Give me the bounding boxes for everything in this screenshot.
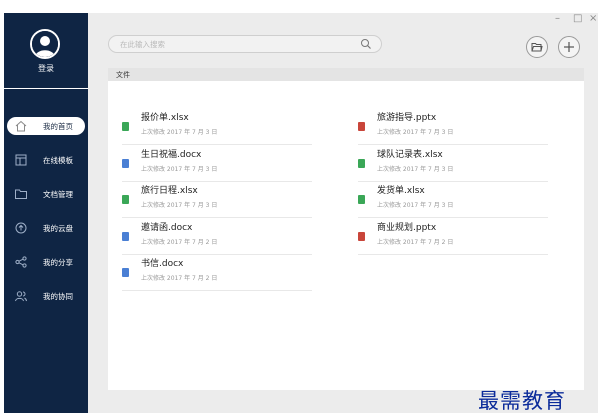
file-date: 上次修改 2017 年 7 月 3 日	[377, 166, 454, 173]
word-file-icon	[122, 232, 129, 241]
panel-header: 文件	[108, 68, 584, 81]
sidebar-item-label: 文档管理	[43, 190, 73, 199]
file-name: 生日祝福.docx	[141, 150, 202, 160]
word-file-icon	[122, 268, 129, 277]
watermark: 最需教育	[478, 389, 566, 413]
open-folder-button[interactable]	[526, 36, 548, 58]
sidebar-divider	[4, 88, 88, 89]
file-name: 邀请函.docx	[141, 223, 193, 233]
maximize-button[interactable]: □	[573, 13, 582, 24]
search-placeholder: 在此输入搜索	[120, 40, 165, 49]
sidebar-item-templates[interactable]: 在线模板	[7, 151, 85, 169]
file-date: 上次修改 2017 年 7 月 3 日	[141, 202, 218, 209]
close-button[interactable]: ×	[589, 13, 597, 24]
powerpoint-file-icon	[358, 232, 365, 241]
plus-icon	[564, 42, 574, 52]
file-date: 上次修改 2017 年 7 月 2 日	[141, 275, 218, 282]
powerpoint-file-icon	[358, 122, 365, 131]
excel-file-icon	[358, 195, 365, 204]
excel-file-icon	[122, 195, 129, 204]
sidebar-item-share[interactable]: 我的分享	[7, 253, 85, 271]
file-item[interactable]: 旅行日程.xlsx 上次修改 2017 年 7 月 3 日	[122, 181, 312, 218]
cloud-upload-icon	[15, 222, 27, 234]
file-item[interactable]: 发货单.xlsx 上次修改 2017 年 7 月 3 日	[358, 181, 548, 218]
file-name: 发货单.xlsx	[377, 186, 425, 196]
word-file-icon	[122, 159, 129, 168]
file-item[interactable]: 旅游指导.pptx 上次修改 2017 年 7 月 3 日	[358, 108, 548, 145]
collaborators-icon	[15, 291, 27, 302]
file-date: 上次修改 2017 年 7 月 2 日	[377, 239, 454, 246]
file-name: 书信.docx	[141, 259, 184, 269]
sidebar-item-label: 我的首页	[43, 122, 73, 131]
file-date: 上次修改 2017 年 7 月 3 日	[377, 129, 454, 136]
excel-file-icon	[122, 122, 129, 131]
search-icon[interactable]	[360, 38, 372, 50]
home-icon	[15, 120, 27, 132]
file-item[interactable]: 报价单.xlsx 上次修改 2017 年 7 月 3 日	[122, 108, 312, 145]
file-item[interactable]: 生日祝福.docx 上次修改 2017 年 7 月 3 日	[122, 145, 312, 182]
file-item[interactable]: 球队记录表.xlsx 上次修改 2017 年 7 月 3 日	[358, 145, 548, 182]
folder-open-icon	[531, 43, 543, 52]
sidebar-item-collaboration[interactable]: 我的协同	[7, 287, 85, 305]
template-icon	[15, 154, 27, 166]
user-icon	[32, 31, 58, 57]
file-panel: 报价单.xlsx 上次修改 2017 年 7 月 3 日 生日祝福.docx 上…	[108, 81, 584, 390]
sidebar-item-home[interactable]: 我的首页	[7, 117, 85, 135]
excel-file-icon	[358, 159, 365, 168]
file-date: 上次修改 2017 年 7 月 3 日	[377, 202, 454, 209]
file-name: 旅游指导.pptx	[377, 113, 437, 123]
share-icon	[15, 256, 27, 268]
file-name: 球队记录表.xlsx	[377, 150, 443, 160]
search-input[interactable]: 在此输入搜索	[108, 35, 382, 53]
file-item[interactable]: 商业规划.pptx 上次修改 2017 年 7 月 2 日	[358, 218, 548, 255]
panel-title: 文件	[116, 71, 130, 79]
file-name: 商业规划.pptx	[377, 223, 437, 233]
file-name: 报价单.xlsx	[141, 113, 189, 123]
sidebar: 登录 我的首页 在线模板 文档管理 我的云盘 我的分享 我的协同	[4, 13, 88, 413]
app-window: 登录 我的首页 在线模板 文档管理 我的云盘 我的分享 我的协同 – □ × 在…	[4, 13, 598, 413]
add-button[interactable]	[558, 36, 580, 58]
sidebar-item-label: 在线模板	[43, 156, 73, 165]
sidebar-item-cloud[interactable]: 我的云盘	[7, 219, 85, 237]
file-name: 旅行日程.xlsx	[141, 186, 198, 196]
file-item[interactable]: 邀请函.docx 上次修改 2017 年 7 月 2 日	[122, 218, 312, 255]
sidebar-item-label: 我的协同	[43, 292, 73, 301]
file-date: 上次修改 2017 年 7 月 2 日	[141, 239, 218, 246]
file-date: 上次修改 2017 年 7 月 3 日	[141, 166, 218, 173]
minimize-button[interactable]: –	[555, 13, 560, 24]
file-date: 上次修改 2017 年 7 月 3 日	[141, 129, 218, 136]
login-button[interactable]: 登录	[4, 63, 88, 74]
avatar[interactable]	[30, 29, 60, 59]
sidebar-item-label: 我的分享	[43, 258, 73, 267]
sidebar-item-documents[interactable]: 文档管理	[7, 185, 85, 203]
file-item[interactable]: 书信.docx 上次修改 2017 年 7 月 2 日	[122, 254, 312, 291]
sidebar-item-label: 我的云盘	[43, 224, 73, 233]
folder-icon	[15, 189, 27, 199]
